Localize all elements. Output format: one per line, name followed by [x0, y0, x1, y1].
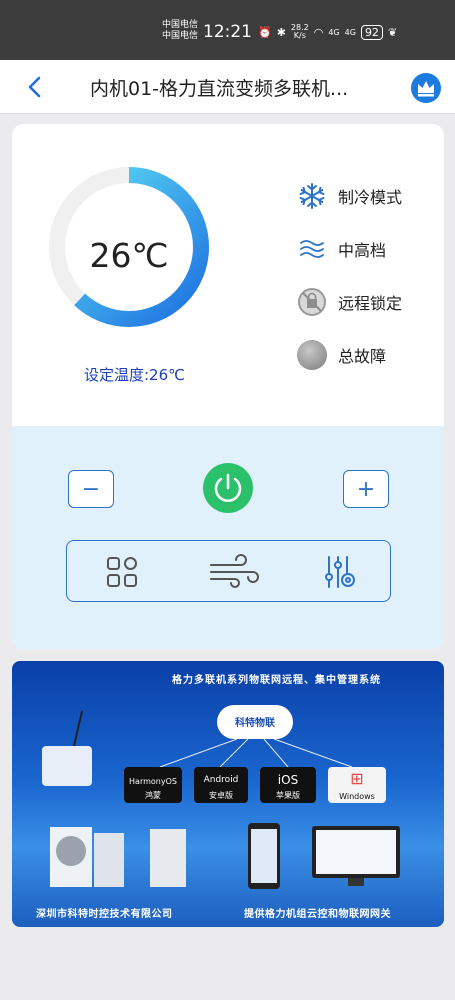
chevron-left-icon[interactable]	[22, 74, 48, 100]
windows-logo-icon: ⊞	[350, 769, 364, 788]
control-panel	[12, 426, 444, 649]
ios-badge: iOS 苹果版	[260, 767, 316, 803]
remote-lock-icon	[298, 288, 326, 316]
battery-indicator: 92	[360, 24, 383, 40]
settings-slider-icon[interactable]	[321, 553, 359, 591]
app-header: 内机01-格力直流变频多联机...	[0, 60, 455, 114]
signal-icon-2: 4G	[344, 27, 356, 37]
os-name-0: 鸿蒙	[145, 791, 161, 800]
bluetooth-icon: ✱	[276, 25, 286, 39]
grid-menu-icon[interactable]	[103, 553, 141, 591]
outdoor-unit-3	[150, 829, 186, 887]
status-label-lock: 远程锁定	[338, 294, 403, 313]
os-name-2: 苹果版	[276, 791, 300, 800]
net-speed-unit: K/s	[293, 31, 306, 40]
fan-speed-icon	[300, 240, 324, 258]
os-big-1: Android	[203, 775, 239, 785]
net-speed: 28.2 K/s	[291, 24, 309, 40]
status-label-mode: 制冷模式	[338, 188, 403, 207]
os-name-1: 安卓版	[209, 791, 233, 800]
crown-icon[interactable]	[411, 73, 441, 103]
banner-footer-right: 提供格力机组云控和物联网网关	[244, 909, 391, 920]
current-temperature: 26℃	[89, 236, 169, 275]
promo-banner[interactable]: 格力多联机系列物联网远程、集中管理系统 科特物联 HarmonyOS 鸿蒙 An…	[12, 661, 444, 927]
toolbar	[66, 540, 391, 602]
signal-icon-1: 4G	[328, 27, 340, 37]
page-title: 内机01-格力直流变频多联机...	[90, 78, 349, 100]
snowflake-icon	[299, 183, 325, 209]
clock: 12:21	[203, 22, 252, 42]
android-badge: Android 安卓版	[194, 767, 248, 803]
wifi-icon: ◠	[313, 25, 324, 39]
decrease-temperature-button[interactable]: −	[68, 470, 114, 508]
status-item-mode: 制冷模式	[297, 180, 402, 212]
status-label-fault: 总故障	[338, 347, 387, 366]
status-item-fan: 中高档	[297, 233, 386, 265]
status-label-fan: 中高档	[338, 241, 387, 260]
status-icons: ⏰ ✱ 28.2 K/s ◠ 4G 4G 92 ❦	[258, 22, 397, 42]
harmonyos-badge: HarmonyOS 鸿蒙	[124, 767, 182, 803]
fault-indicator-icon	[297, 340, 327, 370]
status-panel: 26℃ 设定温度:26℃ 制冷模式 中高档 远程锁定 总故障	[12, 124, 444, 426]
increase-temperature-button[interactable]: +	[343, 470, 389, 508]
alarm-icon: ⏰	[258, 25, 272, 39]
power-icon	[214, 473, 242, 502]
outdoor-unit-2	[94, 833, 124, 887]
status-item-fault: 总故障	[297, 339, 386, 371]
device-card: 26℃ 设定温度:26℃ 制冷模式 中高档 远程锁定 总故障 − +	[12, 124, 444, 649]
os-big-0: HarmonyOS	[129, 777, 177, 786]
banner-footer-left: 深圳市科特时控技术有限公司	[36, 909, 173, 920]
wind-icon[interactable]	[207, 553, 263, 591]
carrier-label: 中国电信 中国电信	[162, 20, 199, 41]
os-name-3: Windows	[339, 792, 375, 801]
cloud-label: 科特物联	[235, 718, 275, 729]
status-bar: 中国电信 中国电信 12:21 ⏰ ✱ 28.2 K/s ◠ 4G 4G 92 …	[0, 0, 455, 60]
gateway-device	[42, 746, 92, 786]
set-temperature: 设定温度:26℃	[84, 366, 185, 384]
os-big-2: iOS	[277, 773, 299, 787]
windows-badge: ⊞ Windows	[328, 767, 386, 803]
leaf-icon: ❦	[387, 25, 398, 39]
status-item-lock: 远程锁定	[297, 286, 402, 318]
power-button[interactable]	[203, 463, 253, 513]
